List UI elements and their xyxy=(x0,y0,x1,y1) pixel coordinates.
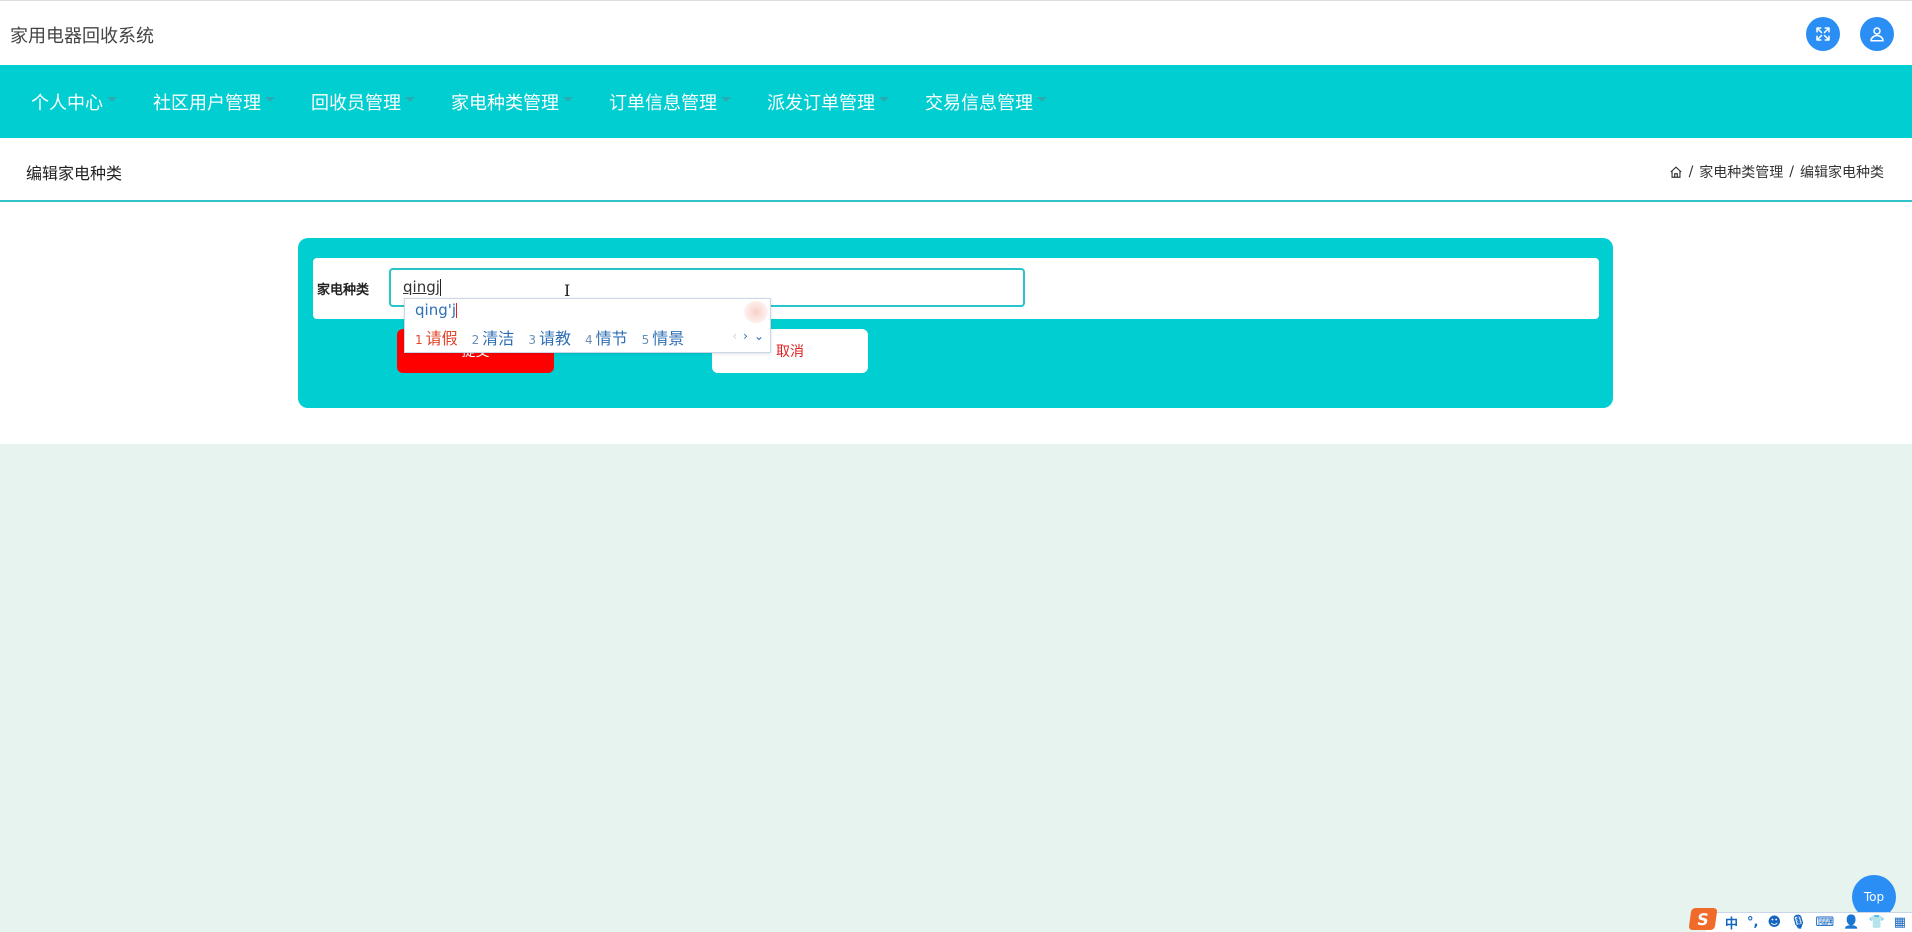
toolbox-icon[interactable]: ▦ xyxy=(1894,915,1906,930)
text-caret xyxy=(439,279,441,296)
caret-down-icon xyxy=(563,97,573,102)
ime-candidate[interactable]: 3 请教 xyxy=(528,325,571,349)
ime-skin-decoration xyxy=(744,301,768,323)
ime-candidate-text: 请假 xyxy=(425,329,458,348)
ime-candidate-number: 5 xyxy=(641,333,650,347)
nav-item-personal-center[interactable]: 个人中心 xyxy=(31,89,117,115)
nav-item-transactions[interactable]: 交易信息管理 xyxy=(925,89,1047,115)
sogou-logo-icon[interactable]: S xyxy=(1688,908,1718,930)
top-header: 家用电器回收系统 xyxy=(0,0,1912,65)
nav-item-recyclers[interactable]: 回收员管理 xyxy=(311,89,415,115)
nav-item-community-users[interactable]: 社区用户管理 xyxy=(153,89,275,115)
ime-pinyin: qing'j xyxy=(415,301,458,319)
ime-candidate[interactable]: 2 清洁 xyxy=(472,325,515,349)
nav-item-label: 订单信息管理 xyxy=(609,92,717,114)
nav-item-label: 派发订单管理 xyxy=(767,92,875,114)
fullscreen-button[interactable] xyxy=(1806,17,1840,51)
caret-down-icon xyxy=(107,97,117,102)
emoji-icon[interactable]: ☻ xyxy=(1767,915,1781,930)
page-subheader: 编辑家电种类 / 家电种类管理 / 编辑家电种类 xyxy=(0,138,1912,202)
expand-arrows-icon xyxy=(1816,27,1830,41)
ime-candidate[interactable]: 5 情景 xyxy=(642,325,685,349)
ime-prev-page-icon[interactable]: ‹ xyxy=(732,329,737,343)
ime-candidate[interactable]: 1 请假 xyxy=(415,325,458,349)
ime-next-page-icon[interactable]: › xyxy=(743,329,748,343)
keyboard-icon[interactable]: ⌨ xyxy=(1816,915,1835,930)
ime-candidate-text: 情景 xyxy=(652,329,685,348)
nav-item-orders[interactable]: 订单信息管理 xyxy=(609,89,731,115)
breadcrumb-item-appliance-types[interactable]: 家电种类管理 xyxy=(1699,162,1783,182)
chinese-mode-icon[interactable]: 中 xyxy=(1725,913,1738,932)
ime-candidate-popup: qing'j 1 请假 2 清洁 3 请教 4 情节 5 情景 ‹ › ⌄ xyxy=(404,298,771,353)
main-nav: 个人中心 社区用户管理 回收员管理 家电种类管理 订单信息管理 派发订单管理 交… xyxy=(0,65,1912,138)
breadcrumb-separator: / xyxy=(1688,164,1694,180)
nav-item-label: 家电种类管理 xyxy=(451,92,559,114)
ime-pinyin-text: qing'j xyxy=(415,301,457,319)
app-title: 家用电器回收系统 xyxy=(10,26,154,47)
caret-down-icon xyxy=(721,97,731,102)
nav-item-label: 个人中心 xyxy=(31,92,103,114)
caret-down-icon xyxy=(1037,97,1047,102)
ime-candidate-number: 1 xyxy=(415,333,423,347)
input-composing-text: qingj xyxy=(403,278,440,296)
ime-candidate-number: 2 xyxy=(471,333,480,347)
home-icon[interactable] xyxy=(1669,165,1683,179)
ime-page-nav: ‹ › ⌄ xyxy=(732,329,764,343)
skin-icon[interactable]: 👕 xyxy=(1869,915,1885,930)
nav-item-label: 社区用户管理 xyxy=(153,92,261,114)
ime-toolbar: S 中 °, ☻ 🎙 ⌨ 👤 👕 ▦ xyxy=(1688,908,1912,932)
nav-item-label: 交易信息管理 xyxy=(925,92,1033,114)
breadcrumb: / 家电种类管理 / 编辑家电种类 xyxy=(1669,162,1884,182)
ime-candidate-number: 4 xyxy=(584,333,593,347)
ime-candidate-text: 清洁 xyxy=(482,329,515,348)
breadcrumb-separator: / xyxy=(1789,164,1794,180)
ime-candidate-text: 情节 xyxy=(595,329,628,348)
nav-item-dispatch-orders[interactable]: 派发订单管理 xyxy=(767,89,889,115)
user-icon xyxy=(1870,27,1884,42)
caret-down-icon xyxy=(405,97,415,102)
appliance-type-label: 家电种类 xyxy=(317,283,370,298)
user-account-icon[interactable]: 👤 xyxy=(1843,915,1859,930)
nav-item-appliance-types[interactable]: 家电种类管理 xyxy=(451,89,573,115)
ime-candidate[interactable]: 4 情节 xyxy=(585,325,628,349)
punctuation-icon[interactable]: °, xyxy=(1747,915,1758,930)
caret-down-icon xyxy=(265,97,275,102)
page-title: 编辑家电种类 xyxy=(26,164,123,183)
caret-down-icon xyxy=(879,97,889,102)
microphone-icon[interactable]: 🎙 xyxy=(1790,915,1807,930)
nav-item-label: 回收员管理 xyxy=(311,92,401,114)
ime-expand-icon[interactable]: ⌄ xyxy=(754,329,764,343)
ime-caret xyxy=(456,303,458,318)
breadcrumb-item-current: 编辑家电种类 xyxy=(1800,165,1884,181)
ime-candidate-text: 请教 xyxy=(538,329,571,348)
ime-candidate-number: 3 xyxy=(528,333,536,347)
user-menu-button[interactable] xyxy=(1860,17,1894,51)
ime-candidate-list: 1 请假 2 清洁 3 请教 4 情节 5 情景 xyxy=(415,325,684,349)
